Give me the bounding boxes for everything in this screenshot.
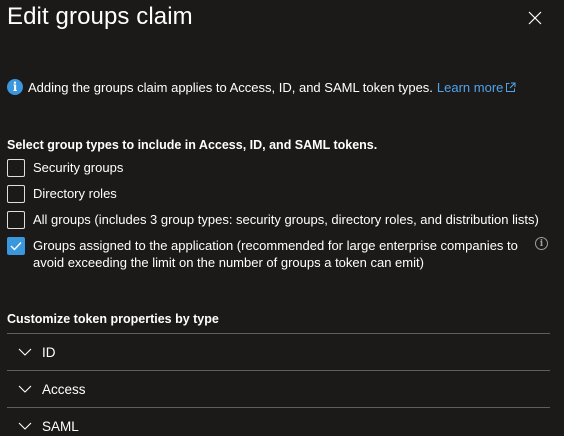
close-icon xyxy=(528,11,542,25)
checkbox-label: Groups assigned to the application (reco… xyxy=(33,238,518,270)
checkbox-groups-assigned-to-application[interactable]: Groups assigned to the application (reco… xyxy=(7,237,557,271)
group-types-heading: Select group types to include in Access,… xyxy=(7,138,378,152)
checkbox-box[interactable] xyxy=(7,159,25,177)
checkmark-icon xyxy=(10,242,22,251)
info-icon: i xyxy=(7,79,23,95)
learn-more-link[interactable]: Learn more xyxy=(437,80,516,95)
checkbox-label: All groups (includes 3 group types: secu… xyxy=(33,212,539,227)
checkbox-box-checked[interactable] xyxy=(7,237,25,255)
accordion-label: ID xyxy=(42,344,56,360)
checkbox-label: Directory roles xyxy=(33,186,117,201)
external-link-icon xyxy=(505,82,516,93)
panel-title: Edit groups claim xyxy=(7,3,193,30)
learn-more-label: Learn more xyxy=(436,79,504,95)
close-button[interactable] xyxy=(524,7,546,29)
accordion-access[interactable]: Access xyxy=(7,371,550,407)
chevron-down-icon xyxy=(18,419,32,433)
edit-groups-claim-panel: Edit groups claim i Adding the groups cl… xyxy=(0,0,564,436)
checkbox-directory-roles[interactable]: Directory roles xyxy=(7,185,117,203)
accordion-saml[interactable]: SAML xyxy=(7,408,550,436)
info-message: i Adding the groups claim applies to Acc… xyxy=(7,78,516,96)
accordion-label: Access xyxy=(42,381,86,397)
info-text: Adding the groups claim applies to Acces… xyxy=(28,79,433,95)
chevron-down-icon xyxy=(18,345,32,359)
checkbox-box[interactable] xyxy=(7,211,25,229)
checkbox-all-groups[interactable]: All groups (includes 3 group types: secu… xyxy=(7,211,539,229)
accordion-id[interactable]: ID xyxy=(7,334,550,370)
checkbox-label: Security groups xyxy=(33,160,124,175)
token-properties-heading: Customize token properties by type xyxy=(7,312,219,326)
checkbox-security-groups[interactable]: Security groups xyxy=(7,159,123,177)
chevron-down-icon xyxy=(18,382,32,396)
accordion-label: SAML xyxy=(42,418,79,434)
info-tooltip-icon[interactable]: i xyxy=(535,237,548,250)
checkbox-box[interactable] xyxy=(7,185,25,203)
